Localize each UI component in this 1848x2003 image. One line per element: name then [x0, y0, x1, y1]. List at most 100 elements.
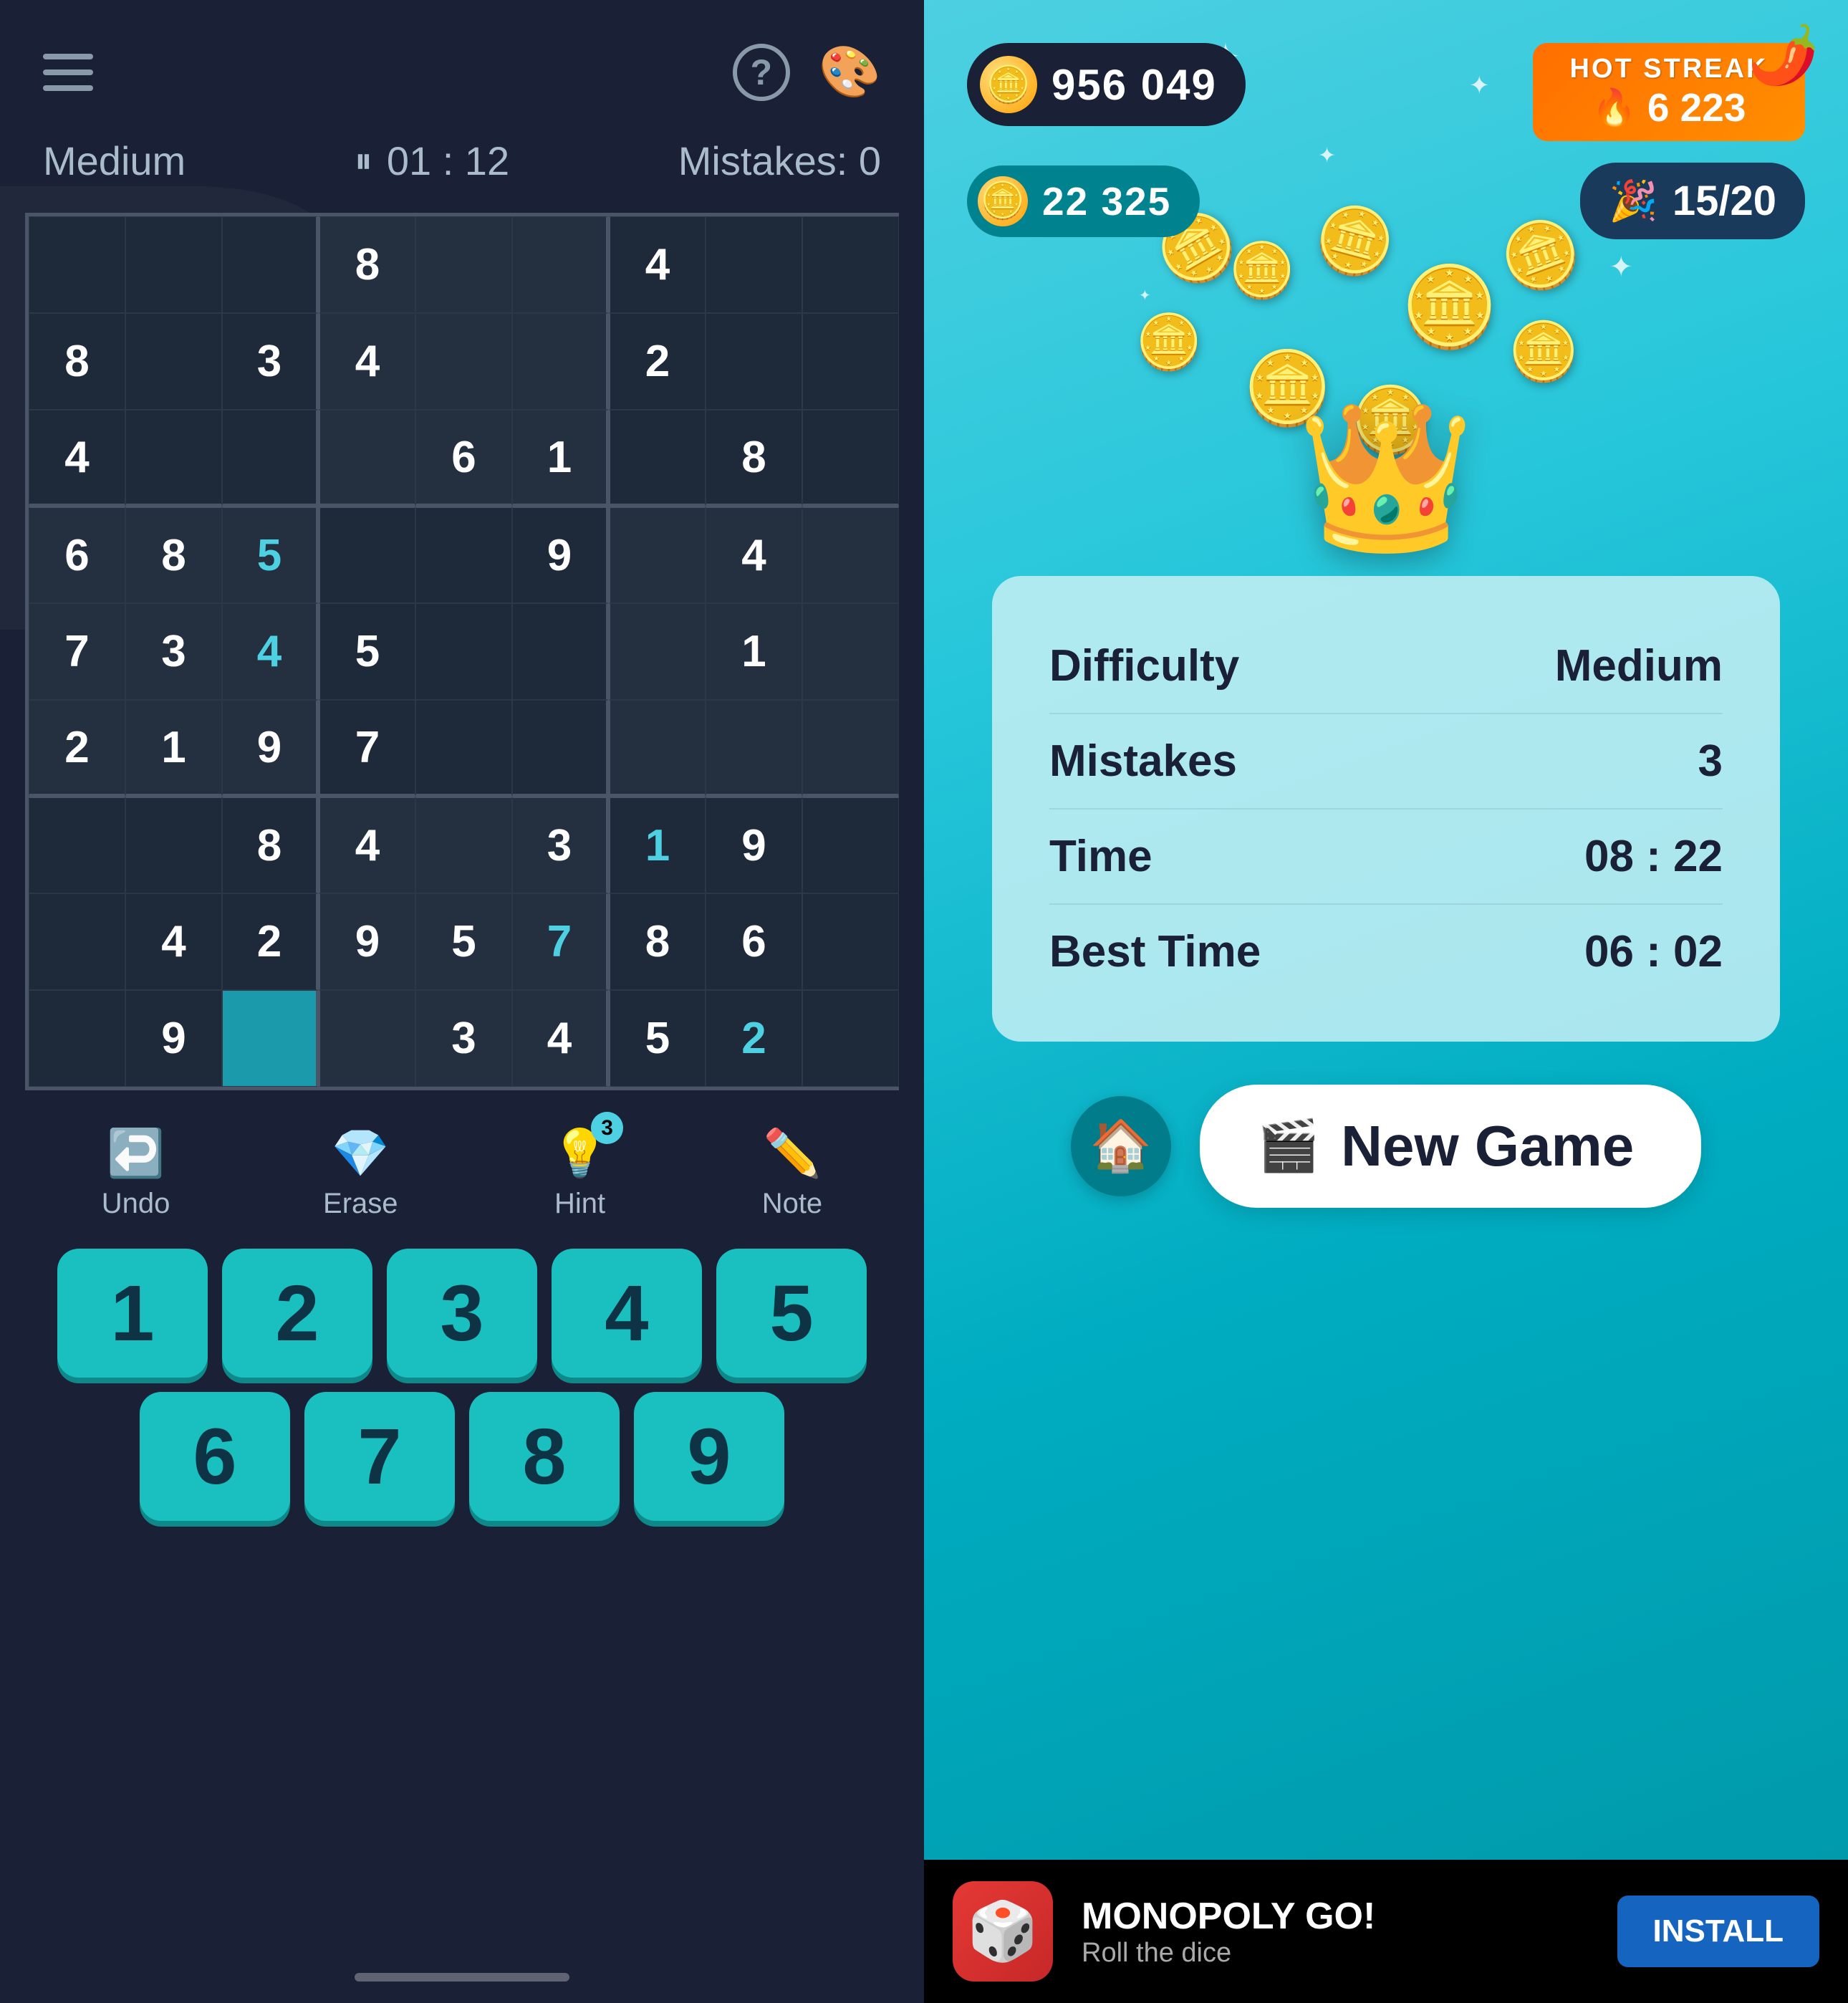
sudoku-cell[interactable]: 4 [319, 797, 415, 893]
sudoku-cell[interactable]: 2 [706, 990, 802, 1087]
sudoku-cell[interactable] [125, 410, 222, 506]
sudoku-cell[interactable] [802, 506, 899, 603]
sudoku-cell[interactable]: 2 [609, 313, 706, 410]
sudoku-cell[interactable] [609, 700, 706, 797]
sudoku-cell[interactable] [29, 990, 125, 1087]
sudoku-cell[interactable] [802, 410, 899, 506]
sudoku-cell[interactable] [802, 990, 899, 1087]
sudoku-cell[interactable]: 4 [222, 603, 319, 700]
sudoku-cell[interactable]: 1 [609, 797, 706, 893]
sudoku-cell[interactable] [29, 216, 125, 313]
sudoku-cell[interactable]: 2 [29, 700, 125, 797]
hamburger-menu[interactable] [43, 54, 93, 91]
sudoku-cell[interactable]: 4 [512, 990, 609, 1087]
num-3-button[interactable]: 3 [387, 1249, 537, 1378]
sudoku-cell[interactable] [512, 313, 609, 410]
sudoku-cell[interactable]: 1 [125, 700, 222, 797]
home-button[interactable]: 🏠 [1071, 1096, 1171, 1196]
install-button[interactable]: INSTALL [1617, 1896, 1820, 1967]
sudoku-cell[interactable]: 8 [125, 506, 222, 603]
sudoku-cell[interactable] [415, 700, 512, 797]
num-8-button[interactable]: 8 [469, 1392, 620, 1521]
sudoku-cell[interactable]: 2 [222, 893, 319, 990]
sudoku-cell[interactable] [802, 893, 899, 990]
sudoku-cell[interactable] [415, 797, 512, 893]
sudoku-cell[interactable] [802, 700, 899, 797]
sudoku-cell[interactable]: 5 [415, 893, 512, 990]
sudoku-cell[interactable] [512, 216, 609, 313]
num-5-button[interactable]: 5 [716, 1249, 867, 1378]
hint-button[interactable]: 3 💡 Hint [551, 1126, 609, 1220]
sudoku-cell[interactable] [415, 603, 512, 700]
sudoku-cell[interactable] [512, 603, 609, 700]
num-1-button[interactable]: 1 [57, 1249, 208, 1378]
sudoku-cell[interactable]: 1 [512, 410, 609, 506]
erase-button[interactable]: 💎 Erase [323, 1126, 398, 1220]
num-4-button[interactable]: 4 [552, 1249, 702, 1378]
sudoku-cell[interactable]: 3 [222, 313, 319, 410]
sudoku-cell[interactable]: 9 [222, 700, 319, 797]
sudoku-cell[interactable] [29, 893, 125, 990]
sudoku-cell[interactable]: 4 [29, 410, 125, 506]
sudoku-cell[interactable] [125, 797, 222, 893]
sudoku-cell[interactable]: 4 [319, 313, 415, 410]
sudoku-cell[interactable] [609, 506, 706, 603]
new-game-button[interactable]: 🎬 New Game [1200, 1085, 1701, 1208]
note-button[interactable]: ✏️ Note [762, 1126, 823, 1220]
sudoku-cell[interactable] [319, 506, 415, 603]
sudoku-cell[interactable]: 9 [706, 797, 802, 893]
sudoku-cell[interactable]: 4 [706, 506, 802, 603]
sudoku-cell[interactable] [222, 990, 319, 1087]
sudoku-cell[interactable]: 8 [222, 797, 319, 893]
sudoku-cell[interactable]: 3 [125, 603, 222, 700]
sudoku-cell[interactable] [125, 216, 222, 313]
num-9-button[interactable]: 9 [634, 1392, 784, 1521]
sudoku-cell[interactable] [125, 313, 222, 410]
sudoku-cell[interactable]: 5 [222, 506, 319, 603]
help-button[interactable]: ? [733, 44, 790, 101]
sudoku-cell[interactable]: 5 [319, 603, 415, 700]
sudoku-cell[interactable] [415, 216, 512, 313]
sudoku-cell[interactable] [609, 410, 706, 506]
sudoku-cell[interactable] [609, 603, 706, 700]
sudoku-cell[interactable] [706, 313, 802, 410]
sudoku-cell[interactable]: 8 [29, 313, 125, 410]
sudoku-cell[interactable] [29, 797, 125, 893]
sudoku-cell[interactable] [222, 410, 319, 506]
sudoku-cell[interactable]: 9 [319, 893, 415, 990]
sudoku-cell[interactable]: 6 [415, 410, 512, 506]
sudoku-cell[interactable]: 4 [609, 216, 706, 313]
sudoku-cell[interactable]: 1 [706, 603, 802, 700]
sudoku-cell[interactable]: 6 [706, 893, 802, 990]
sudoku-cell[interactable] [319, 410, 415, 506]
sudoku-cell[interactable] [802, 797, 899, 893]
sudoku-cell[interactable]: 3 [512, 797, 609, 893]
palette-icon[interactable]: 🎨 [819, 43, 881, 102]
sudoku-cell[interactable] [415, 313, 512, 410]
sudoku-cell[interactable]: 9 [512, 506, 609, 603]
sudoku-cell[interactable]: 8 [319, 216, 415, 313]
sudoku-cell[interactable]: 8 [706, 410, 802, 506]
pause-icon[interactable]: ⏸ [355, 140, 372, 182]
sudoku-cell[interactable]: 3 [415, 990, 512, 1087]
sudoku-cell[interactable] [222, 216, 319, 313]
sudoku-cell[interactable]: 8 [609, 893, 706, 990]
num-6-button[interactable]: 6 [140, 1392, 290, 1521]
sudoku-cell[interactable]: 5 [609, 990, 706, 1087]
sudoku-cell[interactable]: 9 [125, 990, 222, 1087]
sudoku-cell[interactable]: 4 [125, 893, 222, 990]
sudoku-cell[interactable] [706, 700, 802, 797]
num-7-button[interactable]: 7 [304, 1392, 455, 1521]
sudoku-cell[interactable] [802, 313, 899, 410]
sudoku-cell[interactable]: 7 [319, 700, 415, 797]
sudoku-cell[interactable] [802, 603, 899, 700]
sudoku-cell[interactable] [512, 700, 609, 797]
sudoku-cell[interactable] [802, 216, 899, 313]
undo-button[interactable]: ↩️ Undo [102, 1126, 170, 1220]
sudoku-cell[interactable] [706, 216, 802, 313]
sudoku-cell[interactable] [319, 990, 415, 1087]
num-2-button[interactable]: 2 [222, 1249, 372, 1378]
sudoku-cell[interactable]: 6 [29, 506, 125, 603]
sudoku-cell[interactable]: 7 [512, 893, 609, 990]
sudoku-cell[interactable] [415, 506, 512, 603]
